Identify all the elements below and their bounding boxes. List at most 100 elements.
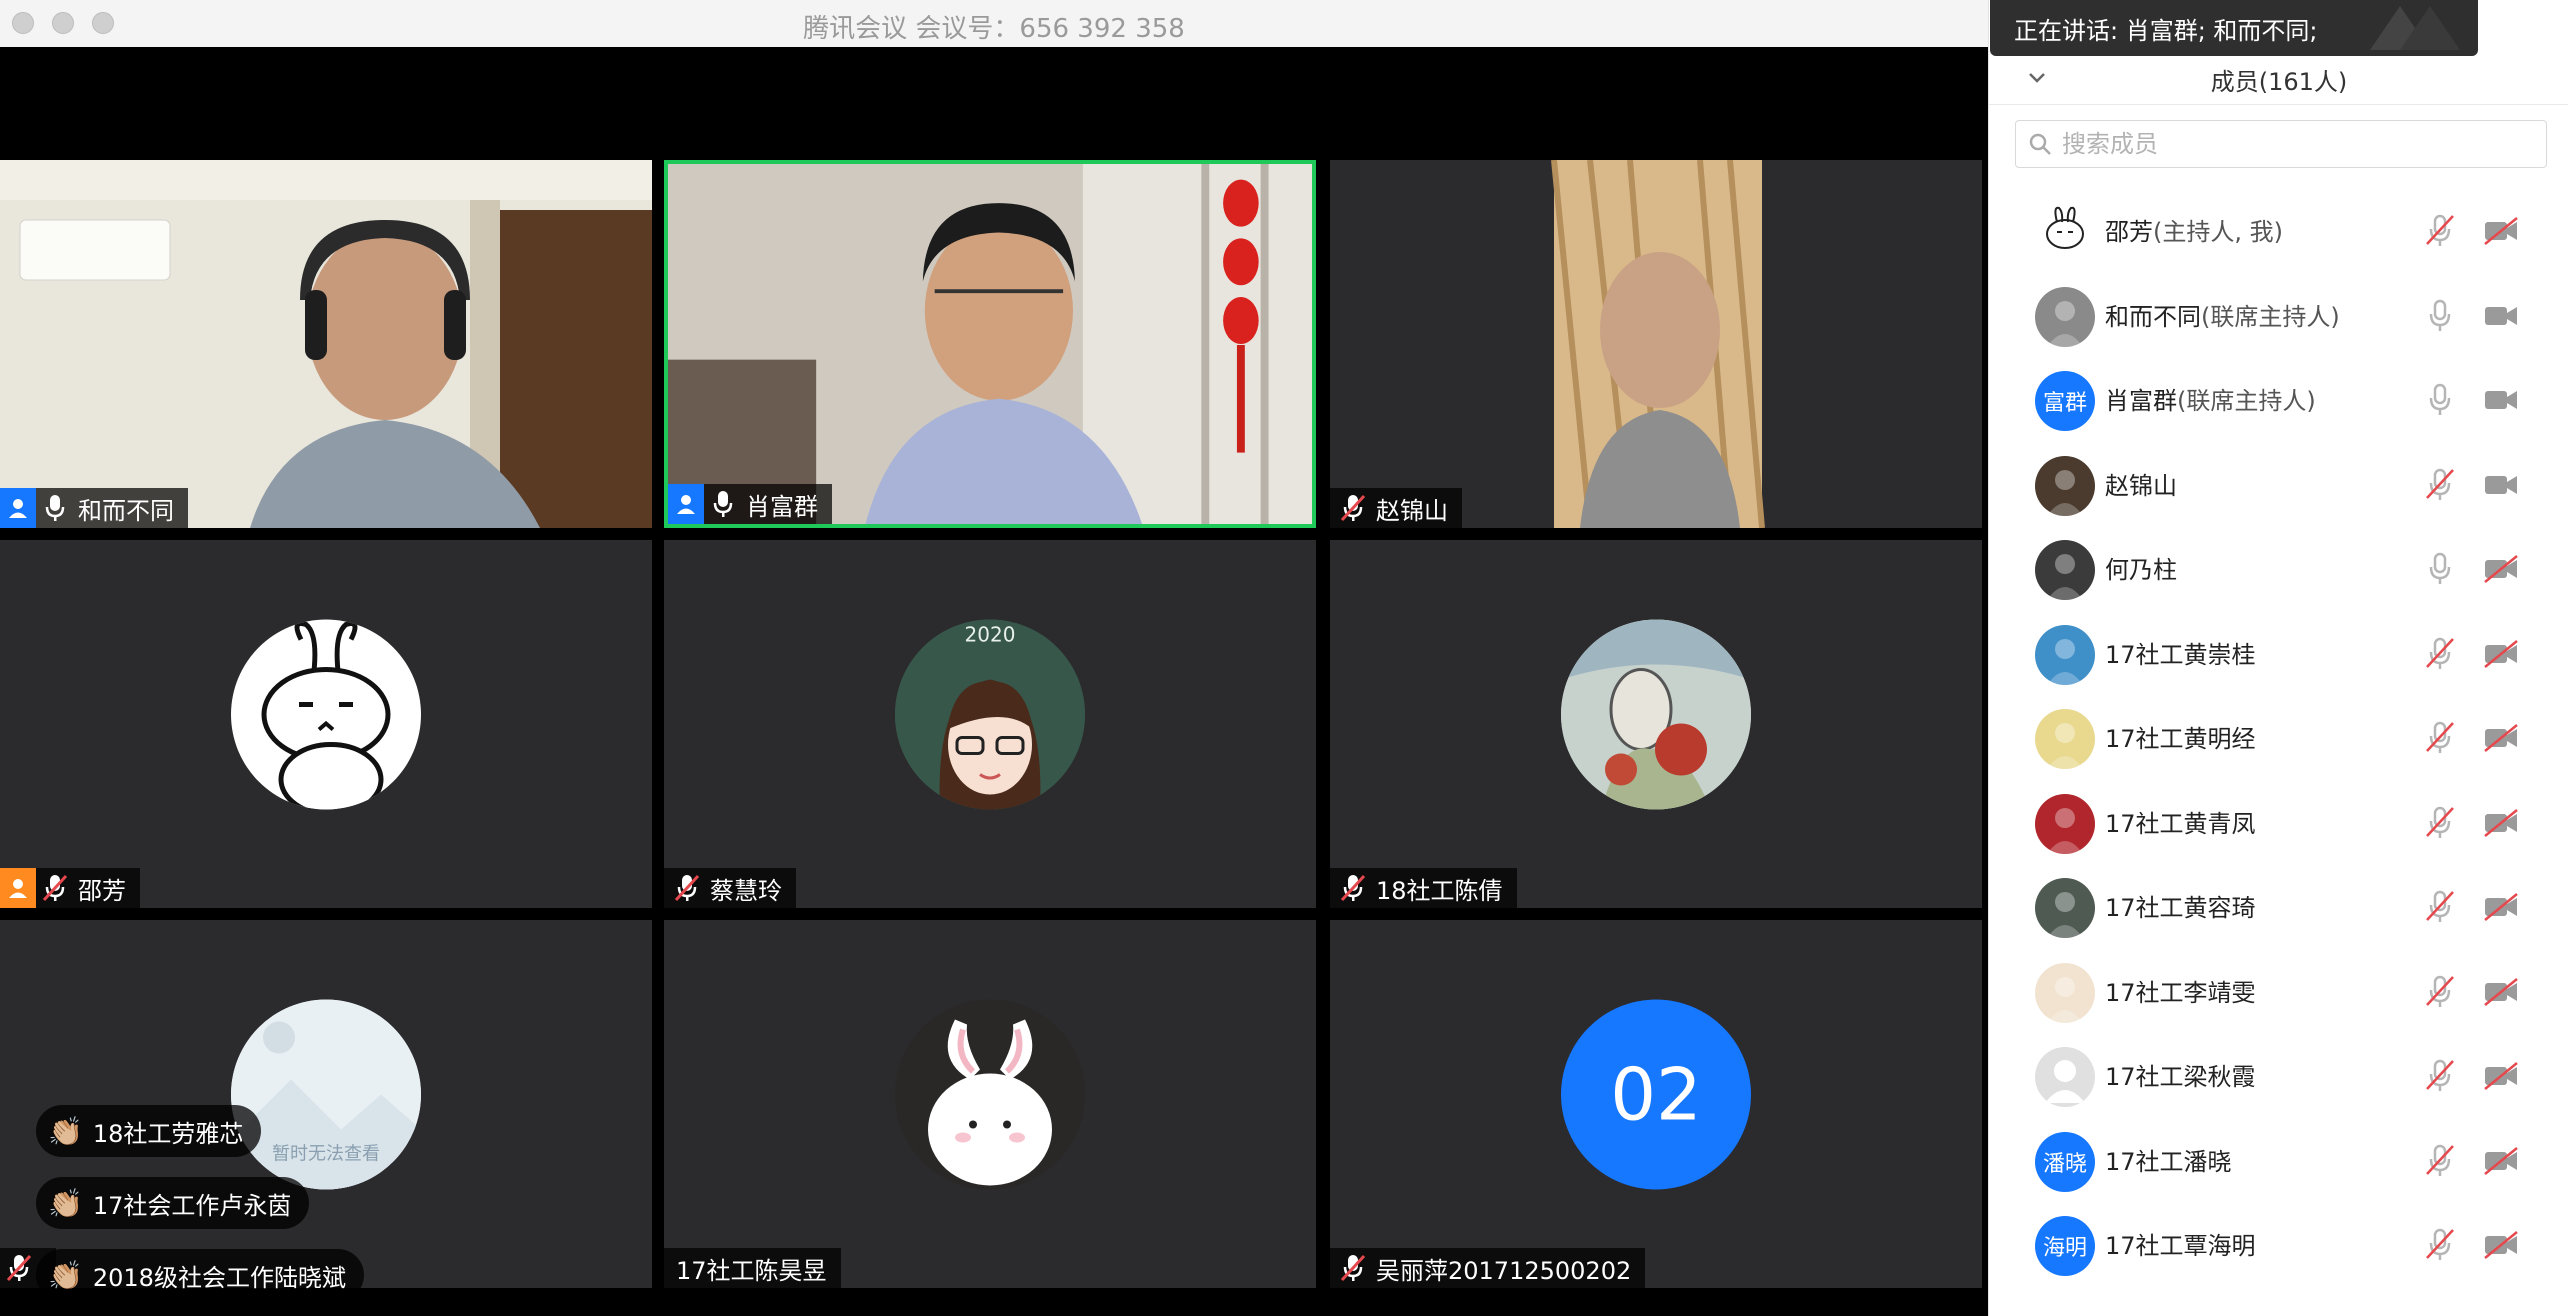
- mic-muted-icon: [1338, 488, 1368, 528]
- mic-muted-icon[interactable]: [2425, 637, 2455, 671]
- member-name: 赵锦山: [2105, 466, 2177, 501]
- video-tile-shaofang[interactable]: 邵芳: [0, 540, 652, 908]
- member-name-text: 赵锦山: [2105, 471, 2177, 500]
- camera-off-icon[interactable]: [2483, 1230, 2519, 1260]
- camera-off-icon[interactable]: [2483, 1061, 2519, 1091]
- member-name-text: 17社工黄青凤: [2105, 809, 2256, 838]
- member-photo-avatar: [2035, 624, 2095, 685]
- video-tile-wuliping[interactable]: 02 吴丽萍201712500202: [1330, 920, 1982, 1288]
- video-tile-unnamed[interactable]: 暂时无法查看: [0, 920, 652, 1288]
- member-row[interactable]: 潘晓 17社工潘晓: [1989, 1116, 2568, 1200]
- member-row[interactable]: 17社工黄容琦: [1989, 862, 2568, 946]
- video-tile-chenhaoyu[interactable]: 17社工陈昊昱: [664, 920, 1316, 1288]
- member-row[interactable]: 17社工黄崇桂: [1989, 609, 2568, 693]
- participant-name: 18社工陈倩: [1376, 876, 1503, 905]
- avatar-number-text: 02: [1610, 1052, 1702, 1137]
- camera-on-icon[interactable]: [2483, 385, 2519, 415]
- host-person-icon: [0, 488, 36, 528]
- member-row[interactable]: 17社工黄明经: [1989, 693, 2568, 777]
- camera-off-icon[interactable]: [2483, 216, 2519, 246]
- mic-muted-icon: [1338, 868, 1368, 908]
- video-tile-caihuiling[interactable]: 2020 蔡慧玲: [664, 540, 1316, 908]
- member-row[interactable]: 17社工李靖雯: [1989, 947, 2568, 1031]
- member-search: [2015, 120, 2547, 168]
- member-name-text: 17社工李靖雯: [2105, 978, 2256, 1007]
- member-name: 17社工李靖雯: [2105, 973, 2256, 1008]
- mic-muted-icon[interactable]: [2425, 1059, 2455, 1093]
- camera-on-icon[interactable]: [2483, 301, 2519, 331]
- member-role: (联席主持人): [2201, 302, 2340, 331]
- camera-off-icon[interactable]: [2483, 554, 2519, 584]
- member-name: 17社工覃海明: [2105, 1226, 2256, 1261]
- host-person-icon: [668, 484, 704, 524]
- member-name-text: 邵芳: [2105, 218, 2153, 246]
- participant-nametag: 18社工陈倩: [1330, 868, 1517, 908]
- mic-muted-icon[interactable]: [2425, 1228, 2455, 1262]
- camera-off-icon[interactable]: [2483, 723, 2519, 753]
- member-name-text: 17社工黄明经: [2105, 725, 2256, 753]
- reaction-bubble: 👏🏼 18社工劳雅芯: [36, 1105, 262, 1157]
- camera-off-icon[interactable]: [2483, 892, 2519, 922]
- member-row[interactable]: 海明 17社工覃海明: [1989, 1200, 2568, 1284]
- video-tile-chenqian[interactable]: 18社工陈倩: [1330, 540, 1982, 908]
- member-search-input[interactable]: [2060, 129, 2524, 159]
- clap-icon: 👏🏼: [48, 1258, 83, 1292]
- video-tile-heerbutong[interactable]: 和而不同: [0, 160, 652, 528]
- member-row[interactable]: 17社工黄青凤: [1989, 778, 2568, 862]
- mic-muted-icon[interactable]: [2425, 890, 2455, 924]
- member-name: 肖富群(联席主持人): [2105, 381, 2316, 416]
- participant-name: 肖富群: [746, 492, 818, 521]
- participant-name: 吴丽萍201712500202: [1376, 1256, 1632, 1285]
- participant-name: 17社工陈昊昱: [676, 1256, 827, 1285]
- clap-icon: 👏🏼: [48, 1186, 83, 1220]
- speaking-banner: 正在讲话: 肖富群; 和而不同;: [1990, 0, 2478, 56]
- member-row[interactable]: 邵芳(主持人, 我): [1989, 186, 2568, 270]
- member-name: 和而不同(联席主持人): [2105, 297, 2340, 332]
- member-name: 17社工黄青凤: [2105, 804, 2256, 839]
- mic-on-icon[interactable]: [2425, 299, 2455, 333]
- mic-muted-icon[interactable]: [2425, 721, 2455, 755]
- mic-muted-icon[interactable]: [2425, 975, 2455, 1009]
- reaction-bubble: 👏🏼 2018级社会工作陆晓斌: [36, 1249, 364, 1301]
- participant-name: 邵芳: [78, 876, 126, 905]
- mic-muted-icon[interactable]: [2425, 214, 2455, 248]
- member-row[interactable]: 何乃柱: [1989, 524, 2568, 608]
- mic-on-icon[interactable]: [2425, 383, 2455, 417]
- mic-on-icon: [708, 484, 738, 524]
- member-row[interactable]: 富群 肖富群(联席主持人): [1989, 355, 2568, 439]
- member-name-text: 17社工梁秋霞: [2105, 1063, 2256, 1091]
- member-name-text: 和而不同: [2105, 302, 2201, 331]
- member-role: (联席主持人): [2177, 387, 2316, 415]
- camera-off-icon[interactable]: [2483, 808, 2519, 838]
- mic-muted-icon: [40, 868, 70, 908]
- member-name: 邵芳(主持人, 我): [2105, 212, 2283, 247]
- member-row[interactable]: 17社工梁秋霞: [1989, 1031, 2568, 1115]
- reaction-name: 18社工劳雅芯: [92, 1119, 244, 1148]
- member-photo-avatar: [2035, 793, 2095, 854]
- participant-nametag: 17社工陈昊昱: [664, 1248, 841, 1288]
- member-name: 17社工黄明经: [2105, 719, 2256, 754]
- mic-muted-icon: [672, 868, 702, 908]
- member-photo-avatar: [2035, 962, 2095, 1023]
- mic-muted-icon[interactable]: [2425, 1144, 2455, 1178]
- reaction-name: 17社会工作卢永茵: [92, 1191, 292, 1220]
- girl-avatar: 2020: [895, 619, 1085, 810]
- video-tile-xiaofuqun[interactable]: 肖富群: [664, 160, 1316, 528]
- reaction-bubble: 👏🏼 17社会工作卢永茵: [36, 1177, 310, 1229]
- camera-on-icon[interactable]: [2483, 470, 2519, 500]
- members-panel-title: 成员(161人): [2210, 68, 2348, 96]
- mic-muted-icon[interactable]: [2425, 806, 2455, 840]
- camera-off-icon[interactable]: [2483, 639, 2519, 669]
- camera-off-icon[interactable]: [2483, 1146, 2519, 1176]
- member-row[interactable]: 和而不同(联席主持人): [1989, 271, 2568, 355]
- participant-nametag: 吴丽萍201712500202: [1330, 1248, 1646, 1288]
- mic-on-icon[interactable]: [2425, 552, 2455, 586]
- member-row[interactable]: 赵锦山: [1989, 440, 2568, 524]
- camera-off-icon[interactable]: [2483, 977, 2519, 1007]
- mic-muted-icon[interactable]: [2425, 468, 2455, 502]
- member-photo-avatar: [2035, 709, 2095, 769]
- video-tile-zhaojinshan[interactable]: 赵锦山: [1330, 160, 1982, 528]
- participant-nametag: 邵芳: [0, 868, 140, 908]
- signal-icon: [2370, 6, 2460, 50]
- image-unavailable-text: 暂时无法查看: [272, 1144, 380, 1165]
